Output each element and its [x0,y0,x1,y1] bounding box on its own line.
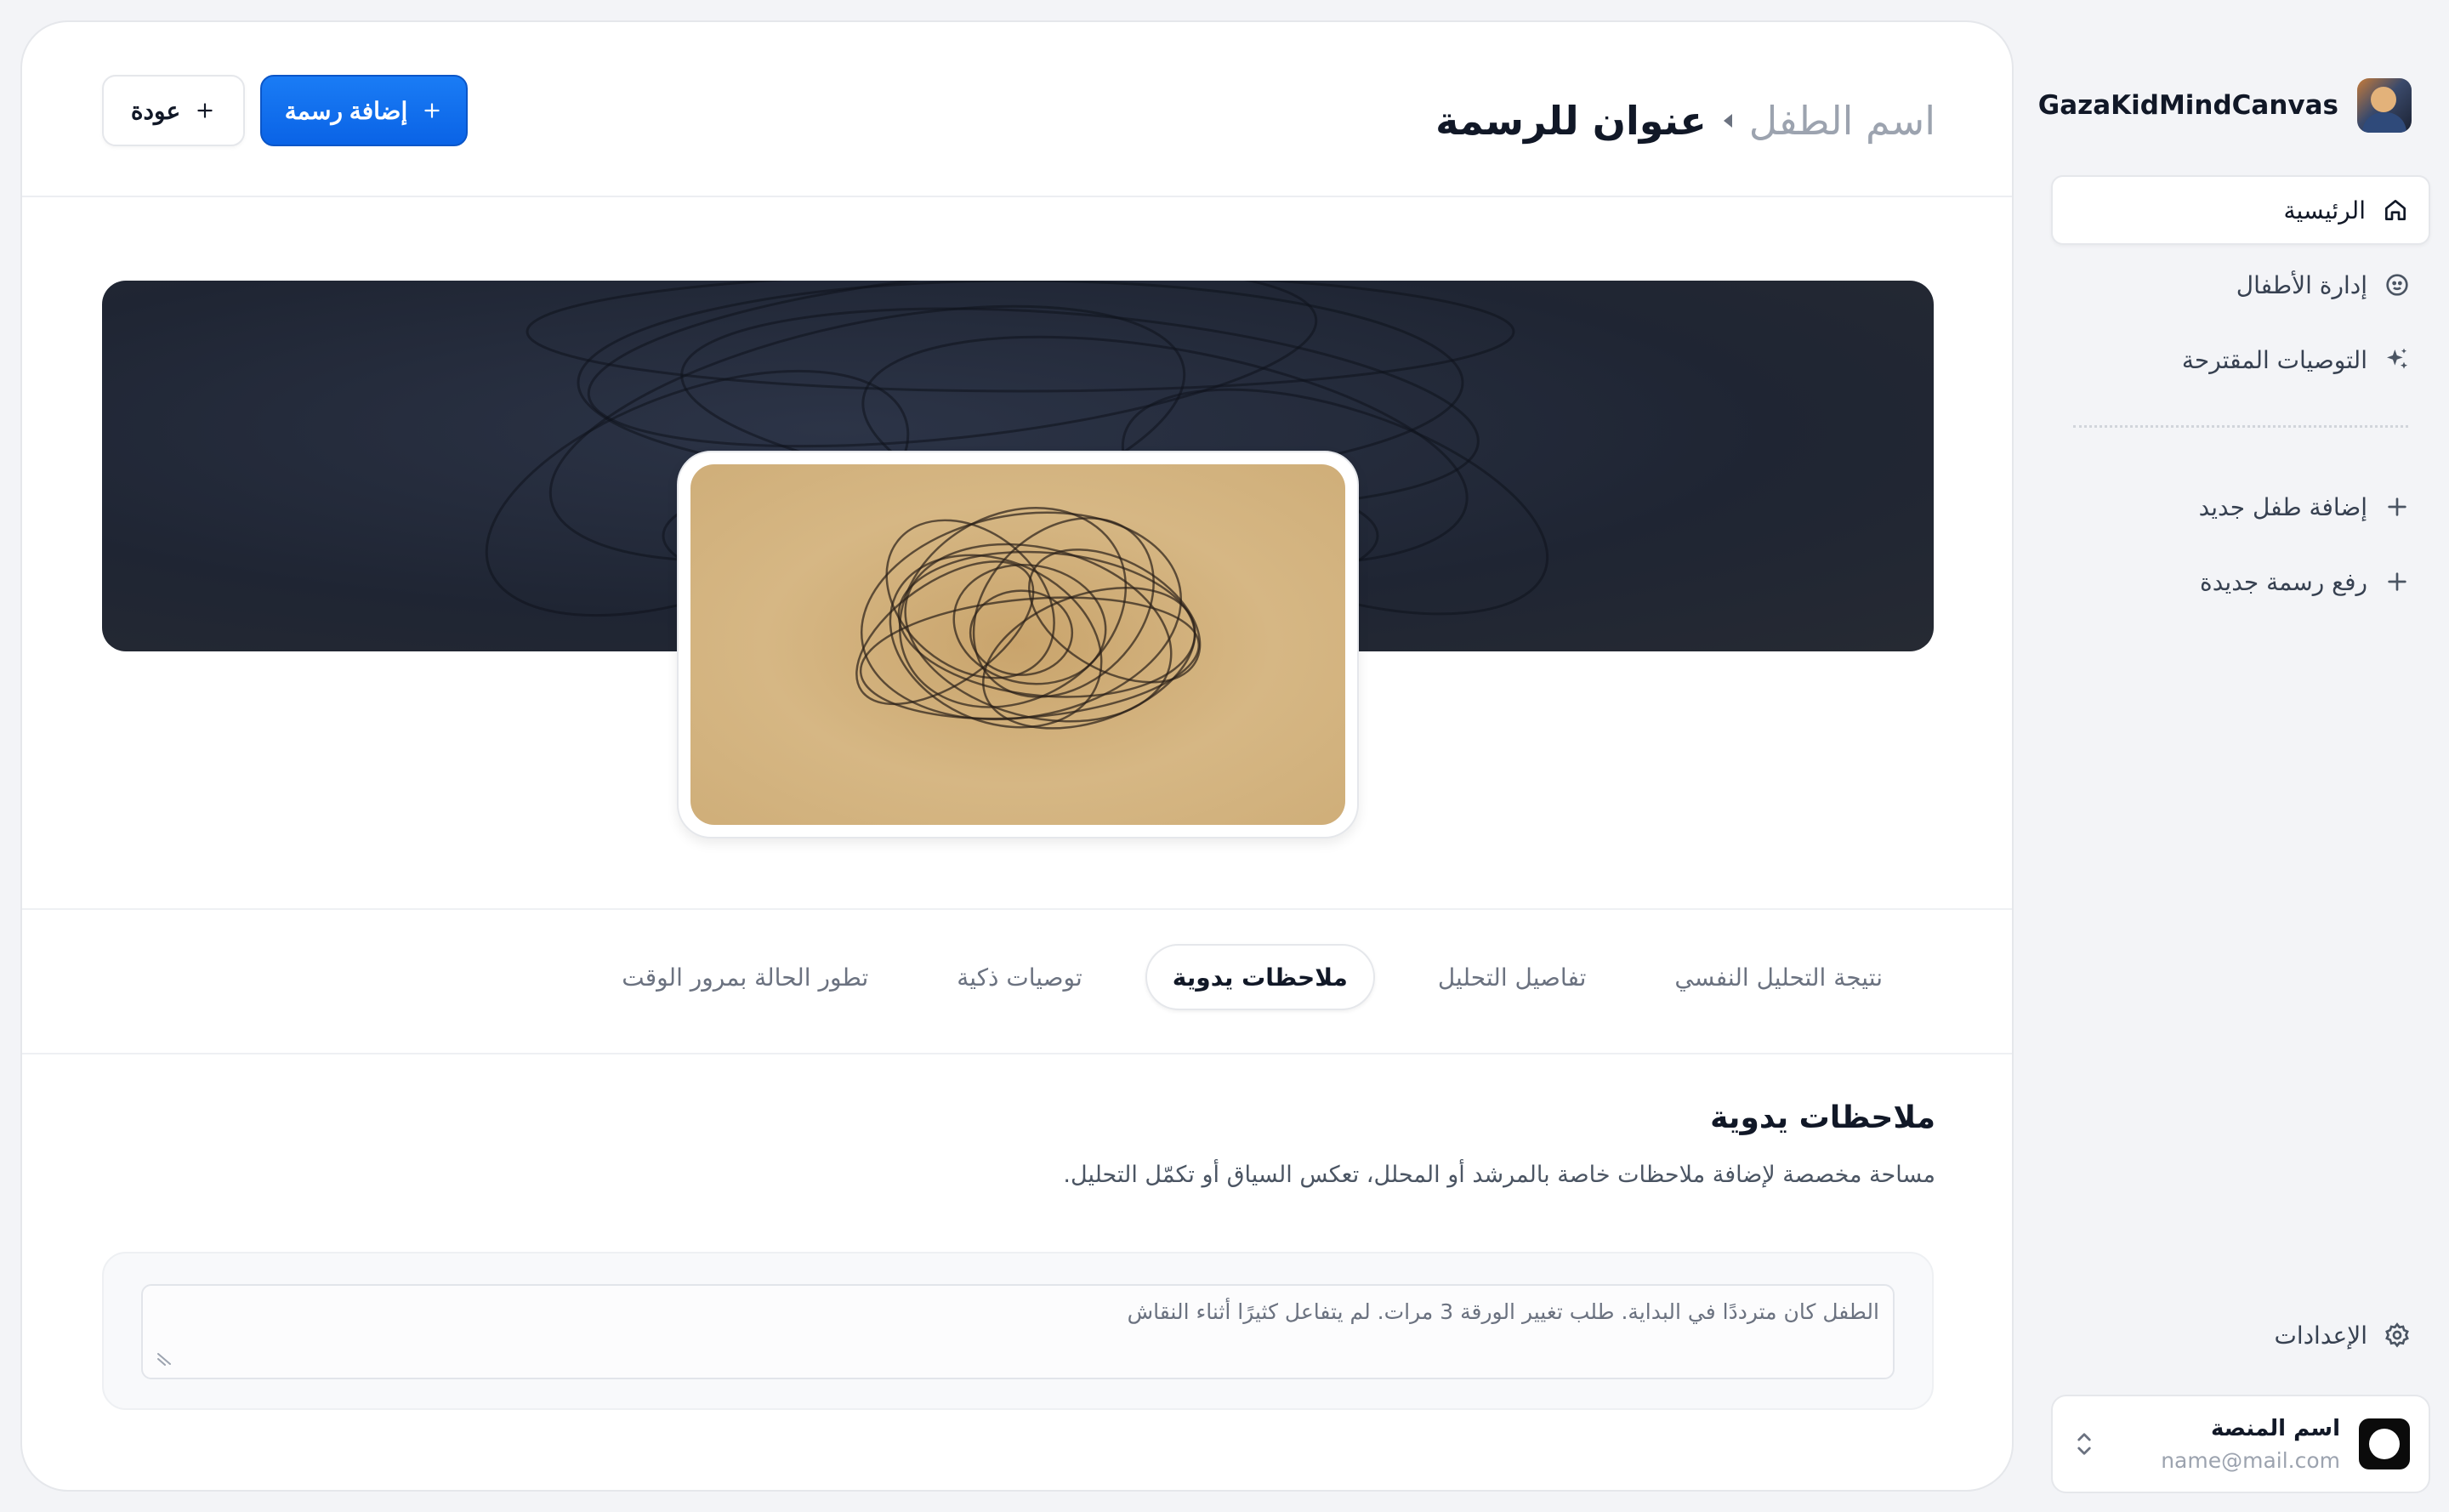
sidebar: GazaKidMindCanvas الرئيسية إدارة الأطفال… [2038,0,2449,1512]
add-drawing-button[interactable]: إضافة رسمة [260,75,468,146]
main-panel: اسم الطفل عنوان للرسمة إضافة رسمة عودة ن… [20,20,2014,1492]
brand[interactable]: GazaKidMindCanvas [2038,75,2412,136]
drawing-image [690,464,1345,825]
account-email: name@mail.com [2161,1447,2340,1473]
plus-icon [2383,567,2412,596]
tab-analysis-details[interactable]: تفاصيل التحليل [1412,944,1612,1010]
plus-icon [197,103,213,118]
account-switcher[interactable]: اسم المنصة name@mail.com [2051,1395,2430,1493]
sidebar-divider [2073,425,2408,428]
breadcrumb: اسم الطفل عنوان للرسمة [1435,87,1935,155]
settings-label: الإعدادات [2274,1321,2367,1350]
drawing-thumbnail[interactable] [677,451,1359,838]
notes-description: مساحة مخصصة لإضافة ملاحظات خاصة بالمرشد … [1063,1162,1935,1188]
back-label: عودة [130,97,181,124]
tab-smart-recommendations[interactable]: توصيات ذكية [931,944,1108,1010]
smile-icon [2383,270,2412,299]
brand-logo [2357,78,2412,133]
sidebar-item-label: إدارة الأطفال [2236,270,2367,299]
notes-textarea[interactable]: الطفل كان مترددًا في البداية. طلب تغيير … [141,1284,1895,1379]
sidebar-item-label: الرئيسية [2283,196,2366,225]
sparkles-icon [2383,345,2412,374]
tabs-bar: نتيجة التحليل النفسي تفاصيل التحليل ملاح… [22,908,2012,1054]
tab-manual-notes[interactable]: ملاحظات يدوية [1145,944,1375,1010]
sidebar-item-home[interactable]: الرئيسية [2051,175,2430,245]
sidebar-nav: الرئيسية إدارة الأطفال التوصيات المقترحة… [2051,175,2430,622]
tabs: نتيجة التحليل النفسي تفاصيل التحليل ملاح… [596,944,1908,1010]
home-icon [2381,196,2410,225]
sidebar-action-label: رفع رسمة جديدة [2200,567,2367,596]
plus-icon [424,103,440,118]
sidebar-item-children[interactable]: إدارة الأطفال [2051,250,2430,320]
account-name: اسم المنصة [2210,1415,2340,1441]
sidebar-item-label: التوصيات المقترحة [2181,345,2367,374]
tab-progress-over-time[interactable]: تطور الحالة بمرور الوقت [596,944,894,1010]
chevron-up-down-icon [2077,1433,2091,1455]
breadcrumb-child-link[interactable]: اسم الطفل [1749,98,1935,144]
avatar [2359,1418,2410,1469]
back-button[interactable]: عودة [102,75,245,146]
add-child-button[interactable]: إضافة طفل جديد [2051,472,2430,542]
page-title: عنوان للرسمة [1435,98,1707,144]
brand-name: GazaKidMindCanvas [2037,90,2338,121]
resize-handle-icon[interactable] [155,1347,173,1366]
gear-icon [2383,1321,2412,1350]
notes-container: الطفل كان مترددًا في البداية. طلب تغيير … [102,1252,1934,1410]
upload-drawing-button[interactable]: رفع رسمة جديدة [2051,547,2430,617]
plus-icon [2383,492,2412,521]
sidebar-item-recommendations[interactable]: التوصيات المقترحة [2051,325,2430,395]
account-info: اسم المنصة name@mail.com [2161,1416,2340,1473]
notes-title: ملاحظات يدوية [1710,1100,1935,1135]
page-header: اسم الطفل عنوان للرسمة إضافة رسمة عودة [22,22,2012,197]
breadcrumb-separator-icon [1723,114,1732,128]
tab-psych-result[interactable]: نتيجة التحليل النفسي [1649,944,1908,1010]
add-drawing-label: إضافة رسمة [284,97,408,124]
sidebar-action-label: إضافة طفل جديد [2198,492,2367,521]
settings-link[interactable]: الإعدادات [2051,1301,2430,1369]
